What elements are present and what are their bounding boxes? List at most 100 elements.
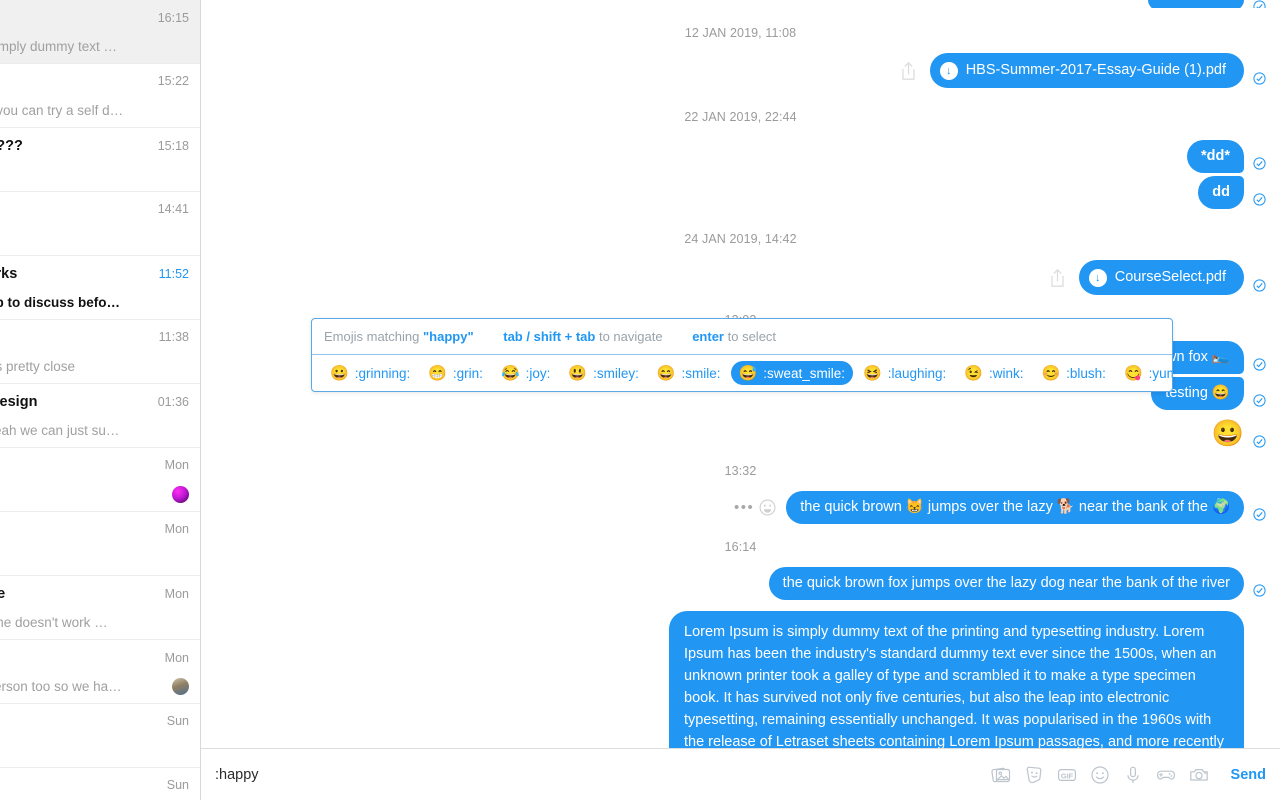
emoji-glyph: 😅 xyxy=(738,365,758,382)
conversation-list-item[interactable]: honnn??? 15:18 xyxy=(0,128,200,192)
share-icon[interactable] xyxy=(1049,268,1066,288)
emoji-autocomplete-popup[interactable]: Emojis matching "happy" tab / shift + ta… xyxy=(311,318,1173,392)
conversation-list-item[interactable]: Mondd xyxy=(0,512,200,576)
conversation-list[interactable]: o16:15um is simply dummy text …15:22aren… xyxy=(0,0,200,800)
share-icon[interactable] xyxy=(900,61,917,81)
emoji-glyph: 😆 xyxy=(863,365,882,382)
conversation-list-item[interactable]: zMonother person too so we ha… xyxy=(0,640,200,704)
gif-icon[interactable]: GIF xyxy=(1056,764,1078,786)
message-bubble-lorem[interactable]: Lorem Ipsum is simply dummy text of the … xyxy=(669,611,1244,748)
emoji-suggestion-item[interactable]: 😀:grinning: xyxy=(322,361,418,385)
message-bubble-fox-emoji[interactable]: the quick brown 😸 jumps over the lazy 🐕 … xyxy=(786,491,1244,524)
message-row-fox-emoji[interactable]: ••• the quick brown 😸 jumps over the laz… xyxy=(215,491,1266,524)
camera-icon[interactable] xyxy=(1188,764,1210,786)
delivered-tick-icon xyxy=(1253,358,1266,371)
emoji-shortcode: :laughing: xyxy=(887,365,947,381)
composer-toolbar[interactable]: GIF Send xyxy=(990,764,1266,786)
message-row-dd-star[interactable]: *dd* xyxy=(215,140,1266,173)
emoji-icon[interactable] xyxy=(1089,764,1111,786)
file-name-label: CourseSelect.pdf xyxy=(1114,269,1226,285)
message-row-big-emoji[interactable]: 😀 xyxy=(215,418,1266,448)
emoji-suggestion-item[interactable]: 😅:sweat_smile: xyxy=(730,361,854,385)
photos-icon[interactable] xyxy=(990,764,1012,786)
svg-text:GIF: GIF xyxy=(1060,771,1073,780)
emoji-glyph: 😉 xyxy=(964,365,983,382)
emoji-glyph: 😊 xyxy=(1041,365,1061,382)
message-row-file-2[interactable]: ↓ CourseSelect.pdf xyxy=(215,260,1266,295)
conversation-list-item[interactable]: Monod xyxy=(0,448,200,512)
emoji-suggestion-item[interactable]: 😊:blush: xyxy=(1033,361,1113,385)
date-separator-2: 22 JAN 2019, 22:44 xyxy=(684,110,797,124)
conversation-timestamp: 11:52 xyxy=(158,267,189,281)
conversation-preview: ohn was pretty close xyxy=(0,358,76,374)
delivered-tick-icon xyxy=(1253,0,1266,8)
gamepad-icon[interactable] xyxy=(1155,764,1177,786)
delivered-tick-icon xyxy=(1253,394,1266,407)
emoji-shortcode: :grinning: xyxy=(354,365,411,381)
conversation-name: ware Design xyxy=(0,394,38,410)
conversation-list-item[interactable]: o16:15um is simply dummy text … xyxy=(0,0,200,64)
avatar xyxy=(172,677,189,695)
conversation-list-item[interactable]: ware Design 01:36 tually yeah we can just … xyxy=(0,384,200,448)
more-options-icon[interactable]: ••• xyxy=(734,499,754,516)
file-message-bubble-essay-guide[interactable]: ↓ HBS-Summer-2017-Essay-Guide (1).pdf xyxy=(929,53,1244,88)
file-message-bubble-course-select[interactable]: ↓ CourseSelect.pdf xyxy=(1078,260,1244,295)
conversation-name: r Dance xyxy=(0,586,5,602)
message-bubble-dd-star[interactable]: *dd* xyxy=(1187,140,1244,173)
message-emoji-only[interactable]: 😀 xyxy=(1212,418,1244,448)
message-row-file-1[interactable]: ↓ HBS-Summer-2017-Essay-Guide (1).pdf xyxy=(215,53,1266,88)
message-row-cutoff[interactable] xyxy=(215,0,1266,8)
conversation-list-item[interactable]: Sun xyxy=(0,704,200,768)
emoji-suggestion-item[interactable]: 😄:smile: xyxy=(649,361,729,385)
message-bubble-dd[interactable]: dd xyxy=(1198,176,1244,209)
emoji-glyph: 😁 xyxy=(428,365,447,382)
delivered-tick-icon xyxy=(1253,435,1266,448)
emoji-shortcode: :wink: xyxy=(988,365,1024,381)
conversation-preview: tually yeah we can just su… xyxy=(0,422,120,438)
message-input[interactable] xyxy=(215,766,990,783)
message-row-dd[interactable]: dd xyxy=(215,176,1266,209)
emoji-suggestion-item[interactable]: 😁 :grin: xyxy=(420,361,491,385)
emoji-suggestion-item[interactable]: 😃 :smiley: xyxy=(560,361,646,385)
emoji-suggestion-item[interactable]: 😂:joy: xyxy=(493,361,558,385)
conversation-timestamp: Sun xyxy=(166,714,189,728)
message-composer[interactable]: GIF xyxy=(201,748,1280,800)
sticker-icon[interactable] xyxy=(1023,764,1045,786)
conversation-list-item[interactable]: Networks 11:52 meet up to discuss befo… xyxy=(0,256,200,320)
message-hover-actions[interactable]: ••• xyxy=(734,499,776,516)
conversation-list-item[interactable]: Sun xyxy=(0,768,200,800)
message-bubble-cutoff[interactable] xyxy=(1148,0,1244,8)
emoji-hint-query: "happy" xyxy=(423,329,474,344)
message-row-fox-plain[interactable]: the quick brown fox jumps over the lazy … xyxy=(215,567,1266,600)
emoji-shortcode: :smiley: xyxy=(593,365,639,381)
emoji-hint-select-key: enter xyxy=(692,329,724,344)
time-separator-6: 16:14 xyxy=(724,540,757,554)
emoji-suggestion-item[interactable]: 😆 :laughing: xyxy=(855,361,954,385)
conversation-list-item[interactable]: 14:41y xyxy=(0,192,200,256)
conversation-preview: other person too so we ha… xyxy=(0,678,122,694)
conversation-sidebar[interactable]: o16:15um is simply dummy text …15:22aren… xyxy=(0,0,201,800)
conversation-name: honnn??? xyxy=(0,138,23,154)
conversation-preview: arently you can try a self d… xyxy=(0,102,124,118)
message-bubble-fox-plain[interactable]: the quick brown fox jumps over the lazy … xyxy=(768,567,1244,600)
conversation-timestamp: Mon xyxy=(164,651,189,665)
emoji-glyph: 😄 xyxy=(656,365,676,382)
conversation-list-item[interactable]: 11:38 ohn was pretty close xyxy=(0,320,200,384)
conversation-list-item[interactable]: 15:22 arently you can try a self d… xyxy=(0,64,200,128)
send-button[interactable]: Send xyxy=(1231,767,1266,783)
conversation-timestamp: 14:41 xyxy=(157,202,189,216)
microphone-icon[interactable] xyxy=(1122,764,1144,786)
delivered-tick-icon xyxy=(1253,584,1266,597)
emoji-shortcode: :yum: xyxy=(1148,365,1172,381)
conversation-preview: um is simply dummy text … xyxy=(0,38,118,54)
emoji-suggestion-list[interactable]: 😀:grinning: 😁 :grin: 😂:joy: 😃 :smiley: 😄:smile… xyxy=(312,355,1172,391)
add-reaction-icon[interactable] xyxy=(759,499,776,516)
avatar xyxy=(172,485,189,503)
message-row-lorem[interactable]: Lorem Ipsum is simply dummy text of the … xyxy=(215,611,1266,748)
emoji-suggestion-item[interactable]: 😋:yum: xyxy=(1116,361,1172,385)
emoji-suggestion-item[interactable]: 😉 :wink: xyxy=(956,361,1031,385)
emoji-shortcode: :grin: xyxy=(452,365,483,381)
emoji-hint-nav-text: to navigate xyxy=(598,329,663,344)
emoji-glyph: 😃 xyxy=(568,365,588,382)
conversation-list-item[interactable]: r Dance Mon My phone doesn't work … xyxy=(0,576,200,640)
